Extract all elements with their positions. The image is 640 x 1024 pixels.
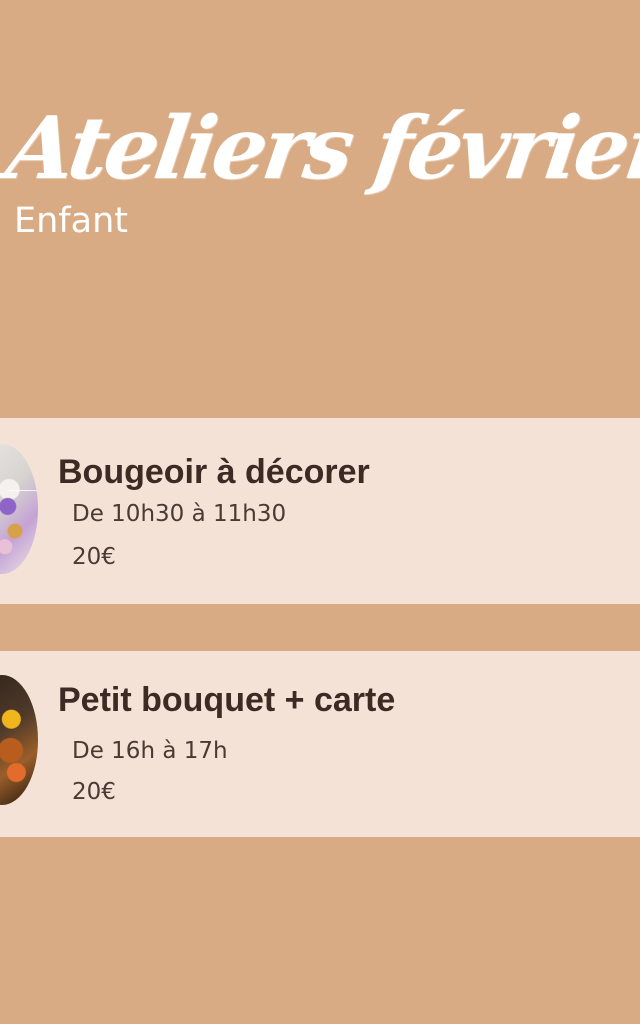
- workshop-title: Petit bouquet + carte: [58, 681, 396, 719]
- page-subtitle: Enfant: [14, 201, 128, 241]
- workshop-card-bougeoir[interactable]: Bougeoir à décorer De 10h30 à 11h30 20€: [0, 418, 640, 604]
- ribbon-icon: [9, 490, 37, 491]
- page-title: Ateliers février: [0, 97, 640, 199]
- candle-holder-image-icon: [0, 444, 38, 574]
- bouquet-image-icon: [0, 675, 38, 805]
- workshop-time: De 16h à 17h: [72, 738, 228, 764]
- workshop-card-bouquet[interactable]: Petit bouquet + carte De 16h à 17h 20€: [0, 651, 640, 837]
- workshop-price: 20€: [72, 779, 116, 805]
- workshop-title: Bougeoir à décorer: [58, 453, 370, 491]
- workshop-time: De 10h30 à 11h30: [72, 501, 287, 527]
- workshops-page: Ateliers février Enfant Bougeoir à décor…: [0, 0, 640, 1024]
- workshop-price: 20€: [72, 544, 116, 570]
